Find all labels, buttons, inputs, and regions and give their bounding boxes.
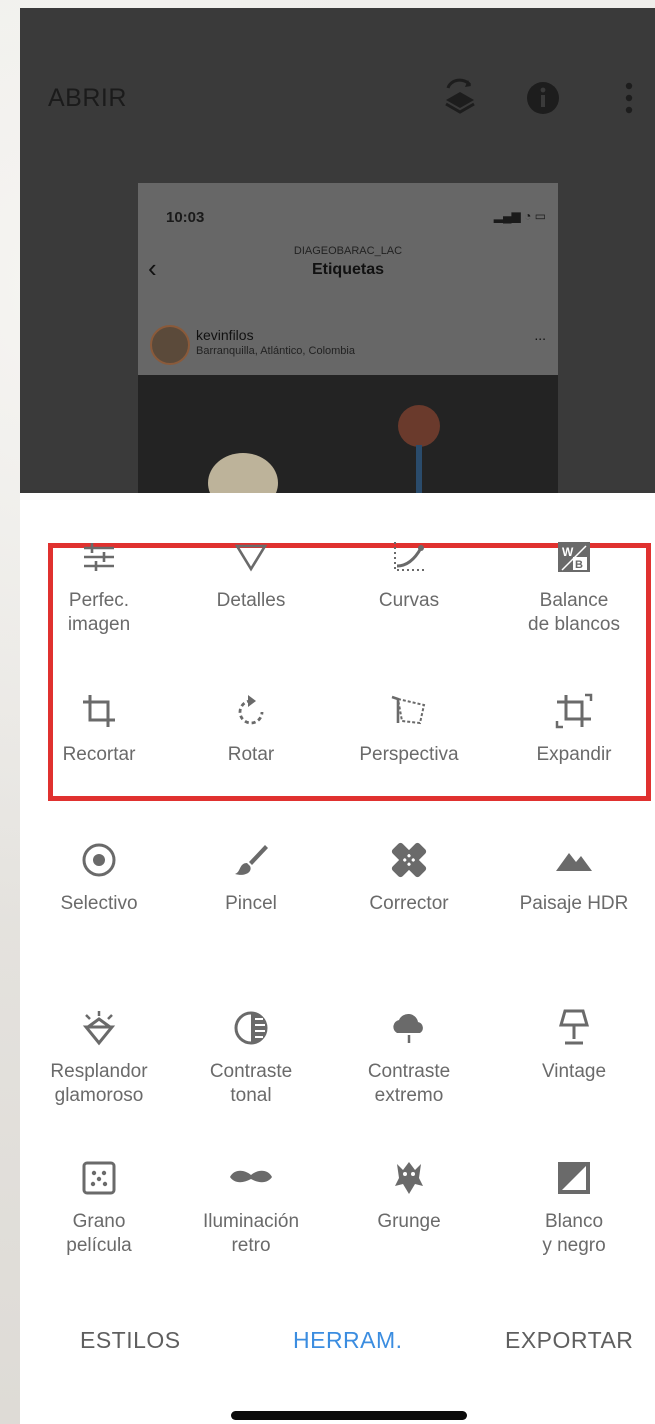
tab-styles[interactable]: ESTILOS [80,1327,181,1354]
tool-label: Recortar [62,744,136,765]
tool-label: Blanco y negro [542,1211,606,1256]
avatar [150,325,190,365]
perspective-icon [330,689,488,733]
tool-perspective[interactable]: Perspectiva [330,689,488,767]
white-balance-icon: WB [495,535,653,579]
rotate-icon [172,689,330,733]
expand-icon [495,689,653,733]
preview-title: Etiquetas [311,261,384,278]
tool-label: Resplandor glamoroso [50,1061,148,1106]
tool-label: Corrector [369,893,449,914]
tool-label: Paisaje HDR [519,893,629,914]
preview-account: DIAGEOBARAC_LAC [293,245,403,257]
tool-label: Curvas [378,590,440,611]
image-viewer[interactable]: ABRIR 10:03 ▂▄▆ ◔ ▭ ‹ DIAGEOBARAC_LAC Et… [20,8,655,493]
triangle-down-icon [172,535,330,579]
tool-tune[interactable]: Perfec. imagen [20,535,178,637]
tool-expand[interactable]: Expandir [495,689,653,767]
curves-icon [330,535,488,579]
brush-icon [172,838,330,882]
tool-label: Perfec. imagen [67,590,131,635]
tool-mustache[interactable]: Iluminación retro [172,1156,330,1258]
selective-icon [20,838,178,882]
tool-label: Iluminación retro [202,1211,300,1256]
tab-tools[interactable]: HERRAM. [293,1327,403,1354]
tool-diamond[interactable]: Resplandor glamoroso [20,1006,178,1108]
tool-label: Balance de blancos [528,590,620,635]
tool-lamp[interactable]: Vintage [495,1006,653,1084]
grain-icon [20,1156,178,1200]
tool-label: Pincel [225,893,277,914]
tool-label: Expandir [536,744,612,765]
diamond-icon [20,1006,178,1050]
tool-label: Rotar [227,744,275,765]
more-vert-icon[interactable] [620,80,638,121]
tool-healing[interactable]: Corrector [330,838,488,916]
grunge-icon [330,1156,488,1200]
tool-drama-cloud[interactable]: Contraste extremo [330,1006,488,1108]
tool-label: Contraste extremo [367,1061,451,1106]
image-preview: 10:03 ▂▄▆ ◔ ▭ ‹ DIAGEOBARAC_LAC Etiqueta… [138,183,558,493]
tool-tonal-contrast[interactable]: Contraste tonal [172,1006,330,1108]
healing-icon [330,838,488,882]
status-icons: ▂▄▆ ◔ ▭ [493,209,546,223]
tune-icon [20,535,178,579]
crop-icon [20,689,178,733]
info-icon[interactable] [525,80,561,121]
tool-grunge[interactable]: Grunge [330,1156,488,1234]
preview-username: kevinfilos [196,327,254,343]
drama-cloud-icon [330,1006,488,1050]
black-white-icon [495,1156,653,1200]
tonal-contrast-icon [172,1006,330,1050]
tool-rotate[interactable]: Rotar [172,689,330,767]
preview-more: ... [534,327,546,343]
tool-label: Contraste tonal [209,1061,293,1106]
tool-label: Selectivo [60,893,138,914]
app-screen: ABRIR 10:03 ▂▄▆ ◔ ▭ ‹ DIAGEOBARAC_LAC Et… [20,8,655,1424]
svg-text:W: W [562,545,574,559]
tools-panel: Perfec. imagen Detalles Curvas W B Balance de… [20,493,655,1293]
home-indicator [231,1411,467,1420]
tool-mountains[interactable]: Paisaje HDR [495,838,653,916]
preview-photo [138,375,558,493]
tool-label: Grano película [66,1211,132,1256]
tool-label: Perspectiva [359,744,459,765]
tool-brush[interactable]: Pincel [172,838,330,916]
tool-crop[interactable]: Recortar [20,689,178,767]
tool-triangle-down[interactable]: Detalles [172,535,330,613]
layers-undo-icon[interactable] [442,78,478,123]
tool-curves[interactable]: Curvas [330,535,488,613]
tool-selective[interactable]: Selectivo [20,838,178,916]
tool-white-balance[interactable]: W B Balance de blancos [495,535,653,637]
svg-text:B: B [575,559,583,571]
preview-location: Barranquilla, Atlántico, Colombia [196,345,355,357]
tool-label: Vintage [541,1061,607,1082]
mustache-icon [172,1156,330,1200]
lamp-icon [495,1006,653,1050]
tab-export[interactable]: EXPORTAR [505,1327,633,1354]
tool-label: Detalles [216,590,286,611]
open-button[interactable]: ABRIR [48,84,127,113]
tool-grain[interactable]: Grano película [20,1156,178,1258]
preview-time: 10:03 [166,209,205,226]
bottom-tabs: ESTILOS HERRAM. EXPORTAR [20,1293,655,1424]
tool-label: Grunge [377,1211,441,1232]
tool-black-white[interactable]: Blanco y negro [495,1156,653,1258]
mountains-icon [495,838,653,882]
top-bar: ABRIR [20,8,655,188]
